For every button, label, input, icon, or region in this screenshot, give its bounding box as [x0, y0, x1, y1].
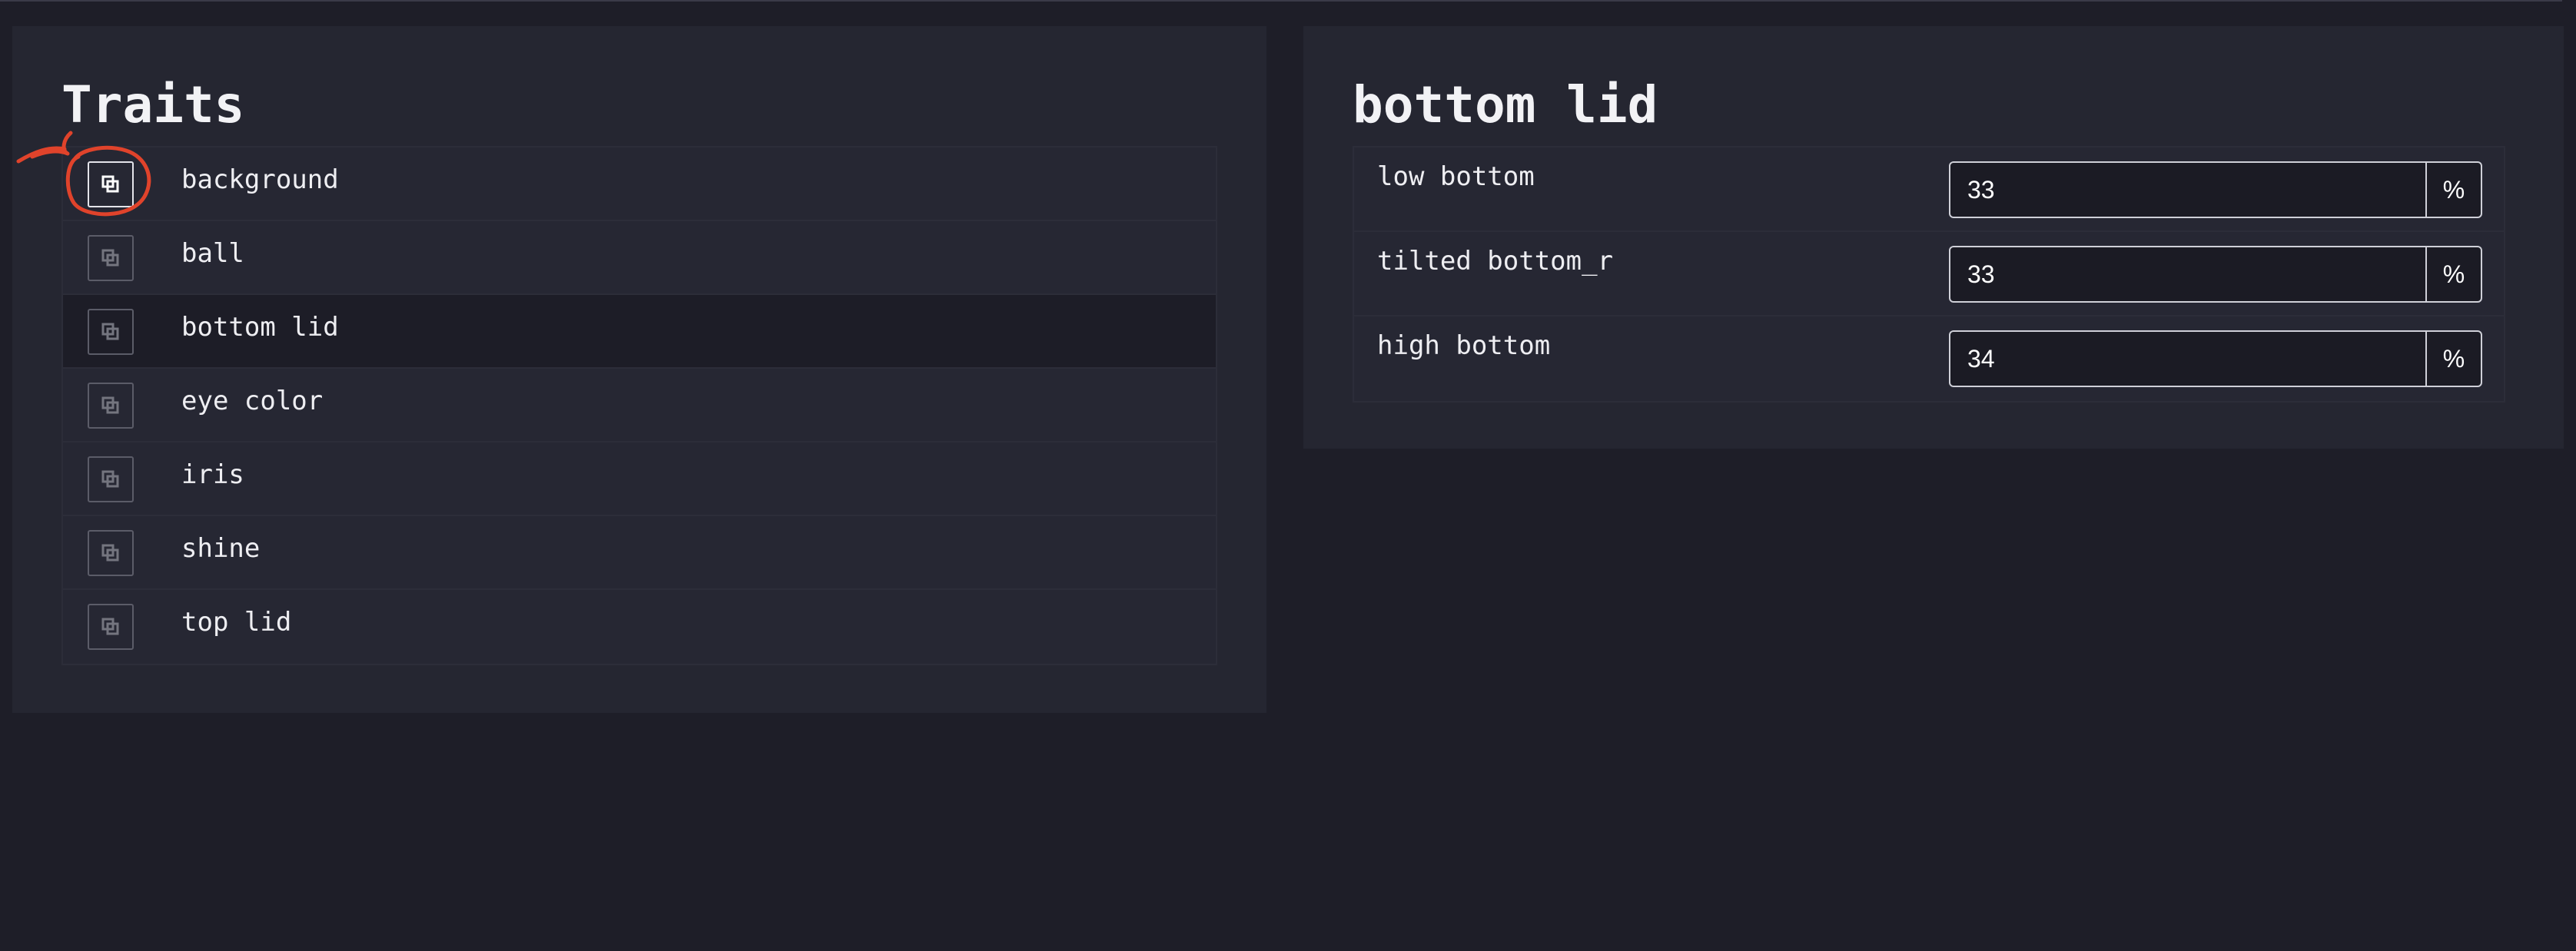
unit-suffix: %: [2425, 332, 2481, 386]
field-label: tilted bottom_r: [1377, 246, 1614, 277]
trait-row-bottom-lid[interactable]: bottom lid: [63, 295, 1216, 369]
layers-icon[interactable]: [88, 530, 134, 576]
unit-suffix: %: [2425, 163, 2481, 217]
trait-row-eye-color[interactable]: eye color: [63, 369, 1216, 442]
layers-icon[interactable]: [88, 383, 134, 429]
field-label: low bottom: [1377, 161, 1535, 192]
field-row: low bottom %: [1354, 147, 2504, 232]
percent-input-group: %: [1949, 161, 2482, 218]
trait-label: shine: [181, 533, 261, 564]
trait-row-background[interactable]: background: [63, 147, 1216, 221]
trait-row-top-lid[interactable]: top lid: [63, 590, 1216, 664]
percent-input-group: %: [1949, 330, 2482, 387]
field-label: high bottom: [1377, 330, 1551, 361]
field-list: low bottom % tilted bottom_r % high bott…: [1353, 146, 2505, 403]
trait-row-shine[interactable]: shine: [63, 516, 1216, 590]
trait-label: top lid: [181, 607, 292, 638]
field-row: high bottom %: [1354, 316, 2504, 401]
trait-label: eye color: [181, 386, 324, 416]
top-border: [0, 0, 2562, 2]
trait-list: background ball bottom lid eye color iri…: [61, 146, 1217, 665]
detail-title: bottom lid: [1353, 75, 1658, 134]
trait-label: background: [181, 164, 339, 195]
traits-panel: Traits background ball bottom lid eye co…: [12, 26, 1266, 713]
percent-input[interactable]: [1950, 163, 2425, 217]
percent-input-group: %: [1949, 246, 2482, 303]
percent-input[interactable]: [1950, 332, 2425, 386]
unit-suffix: %: [2425, 247, 2481, 301]
trait-row-ball[interactable]: ball: [63, 221, 1216, 295]
layers-icon[interactable]: [88, 604, 134, 650]
trait-label: iris: [181, 459, 244, 490]
layers-icon[interactable]: [88, 456, 134, 502]
detail-panel: bottom lid low bottom % tilted bottom_r …: [1303, 26, 2564, 449]
trait-label: bottom lid: [181, 312, 339, 343]
trait-row-iris[interactable]: iris: [63, 442, 1216, 516]
annotation-circle-arrow: [16, 131, 151, 217]
field-row: tilted bottom_r %: [1354, 232, 2504, 316]
percent-input[interactable]: [1950, 247, 2425, 301]
trait-label: ball: [181, 238, 244, 269]
layers-icon[interactable]: [88, 309, 134, 355]
